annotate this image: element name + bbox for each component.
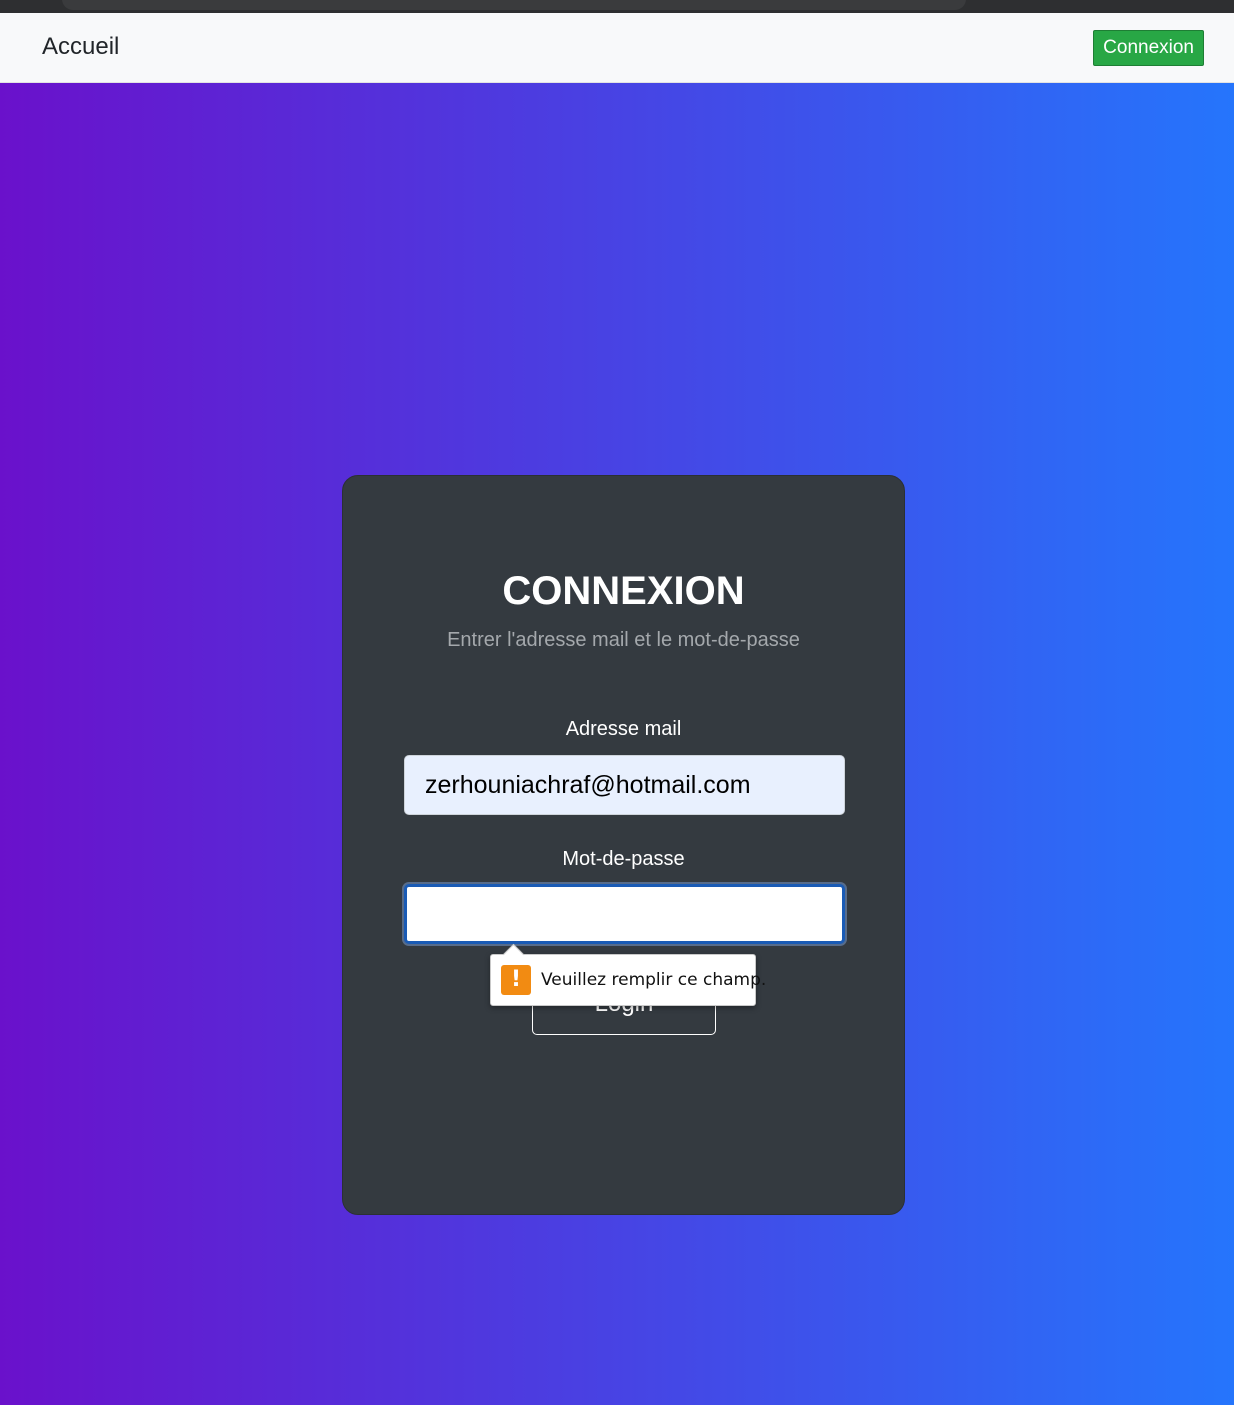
validation-message: Veuillez remplir ce champ. [541, 970, 767, 990]
browser-top-strip [0, 0, 1234, 13]
brand-link[interactable]: Accueil [42, 31, 119, 63]
password-label: Mot-de-passe [562, 848, 685, 870]
navbar: Accueil Connexion [0, 13, 1234, 83]
email-label: Adresse mail [565, 718, 682, 740]
validation-tooltip: ! Veuillez remplir ce champ. [490, 943, 766, 1006]
connexion-nav-button[interactable]: Connexion [1093, 30, 1204, 66]
login-card: CONNEXION Entrer l'adresse mail et le mo… [342, 475, 905, 1215]
page-subtitle: Entrer l'adresse mail et le mot-de-passe [447, 629, 800, 651]
password-field[interactable] [404, 884, 845, 944]
email-field[interactable] [404, 755, 845, 815]
browser-address-bar[interactable] [62, 0, 966, 10]
warning-icon: ! [501, 965, 531, 995]
page-title: CONNEXION [502, 569, 745, 613]
